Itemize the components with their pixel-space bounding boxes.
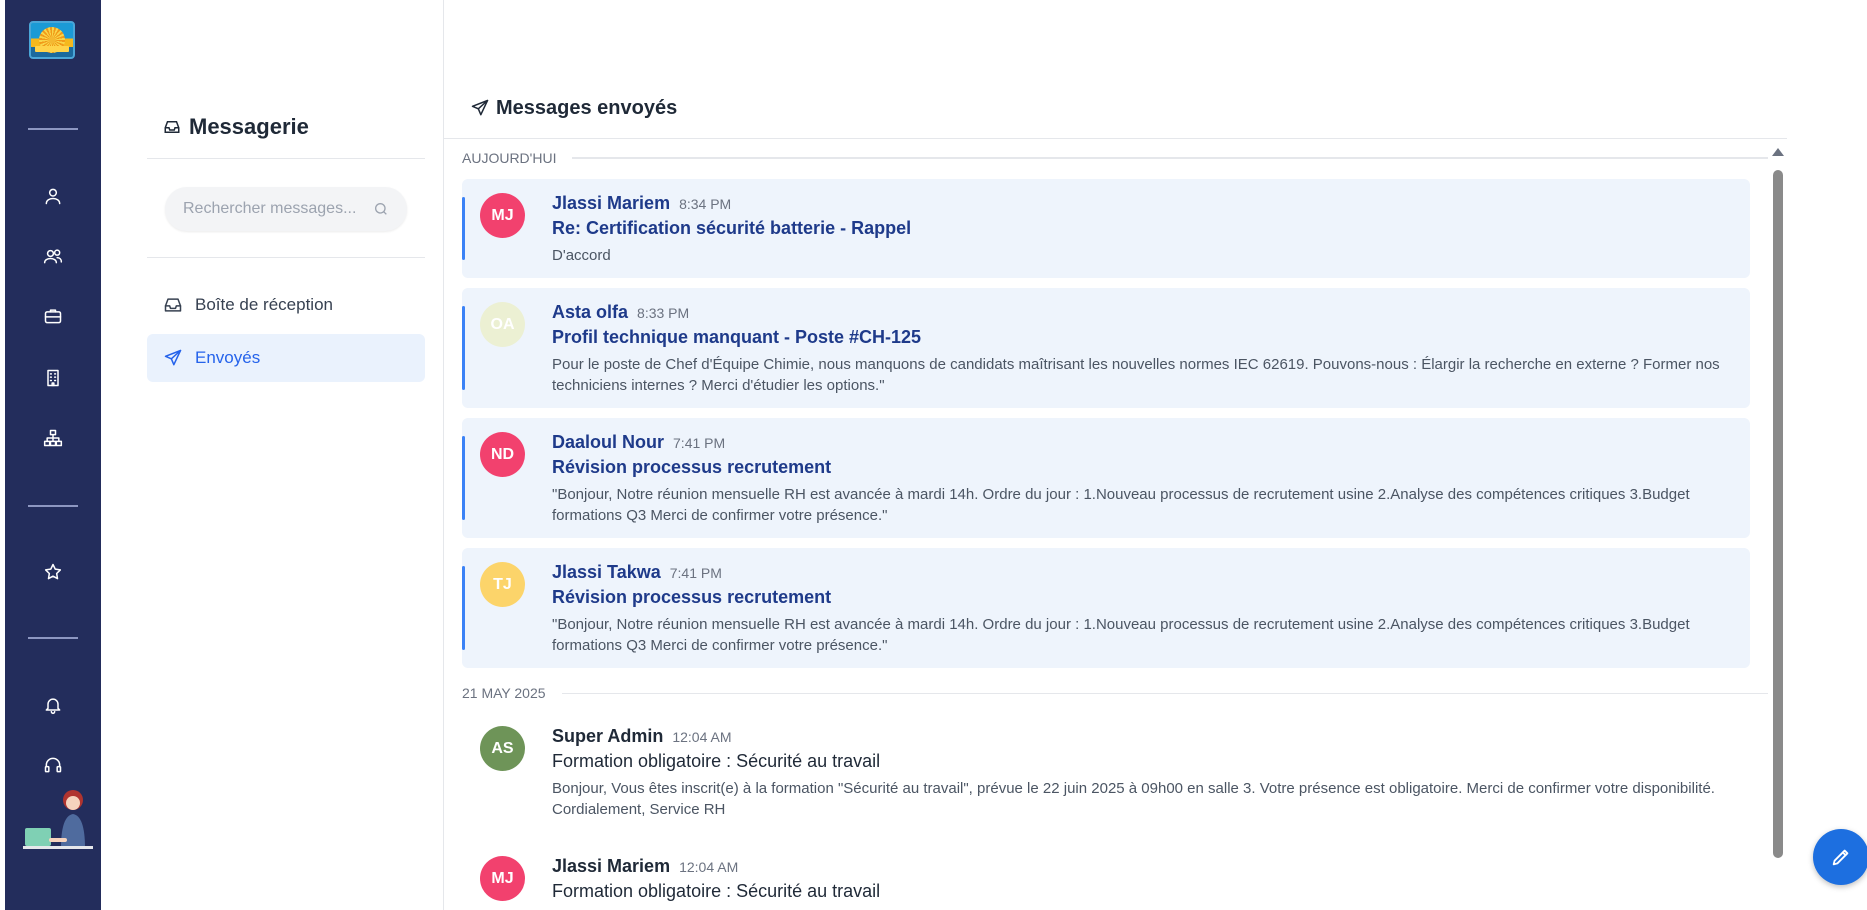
company-logo[interactable] [29,21,75,59]
message-item[interactable]: ND Daaloul Nour 7:41 PM Révision process… [462,418,1750,538]
divider [28,128,78,130]
message-time: 12:04 AM [672,729,732,745]
divider [28,637,78,639]
message-preview: Bonjour, Vous êtes inscrit(e) à la forma… [552,780,1715,818]
headset-icon[interactable] [41,753,65,777]
message-subject: Formation obligatoire : Sécurité au trav… [552,881,881,901]
message-subject: Profil technique manquant - Poste #CH-12… [552,327,922,347]
message-preview: "Bonjour, Notre réunion mensuelle RH est… [552,486,1690,524]
send-icon [164,349,182,366]
divider [147,158,425,159]
search-box[interactable] [165,187,407,231]
compose-button[interactable] [1813,829,1867,885]
message-sender: Asta olfa [552,302,629,322]
date-group-header: AUJOURD'HUI [462,143,1768,173]
inbox-icon [164,121,180,133]
nav-item-label: Envoyés [195,348,261,367]
app: Messagerie Boîte de réception Envoyés Me… [0,0,1867,910]
message-subject: Révision processus recrutement [552,587,832,607]
divider [147,257,425,258]
message-time: 8:34 PM [679,196,732,212]
message-item[interactable]: MJ Jlassi Mariem 12:04 AM Formation obli… [462,842,1750,910]
message-preview: D'accord [552,247,611,264]
message-subject: Révision processus recrutement [552,457,832,477]
star-icon[interactable] [41,560,65,584]
message-sender: Jlassi Mariem [552,193,671,213]
scrollbar-thumb[interactable] [1773,170,1783,858]
message-item[interactable]: MJ Jlassi Mariem 8:34 PM Re: Certificati… [462,179,1750,278]
search-icon[interactable] [373,201,389,217]
sent-messages-view: Messages envoyés AUJOURD'HUI MJ Jlassi M… [444,78,1787,910]
message-preview: "Bonjour, Notre réunion mensuelle RH est… [552,616,1690,654]
bell-icon[interactable] [41,693,65,717]
date-group-label: 21 MAY 2025 [462,685,546,701]
avatar: MJ [480,856,525,901]
avatar: ND [480,432,525,477]
message-list[interactable]: AUJOURD'HUI MJ Jlassi Mariem 8:34 PM Re:… [462,139,1768,910]
view-header: Messages envoyés [444,78,1787,139]
user-icon[interactable] [41,184,65,208]
nav-item-sent[interactable]: Envoyés [147,334,425,382]
message-preview: Pour le poste de Chef d'Équipe Chimie, n… [552,356,1720,394]
message-time: 8:33 PM [637,305,690,321]
avatar: TJ [480,562,525,607]
nav-item-label: Boîte de réception [195,295,333,314]
assistant-illustration[interactable] [21,786,97,856]
avatar: OA [480,302,525,347]
date-group-header: 21 MAY 2025 [462,678,1768,708]
divider [28,505,78,507]
inbox-icon [164,298,182,312]
messaging-panel: Messagerie Boîte de réception Envoyés [101,0,444,910]
message-item[interactable]: AS Super Admin 12:04 AM Formation obliga… [462,712,1750,832]
message-sender: Daaloul Nour [552,432,665,452]
message-sender: Super Admin [552,726,664,746]
briefcase-icon[interactable] [41,304,65,328]
sidebar-rail [5,0,101,910]
message-sender: Jlassi Mariem [552,856,671,876]
building-icon[interactable] [41,366,65,390]
scrollbar[interactable] [1770,145,1784,910]
panel-title-text: Messagerie [189,114,309,139]
view-title: Messages envoyés [496,96,678,119]
date-group-label: AUJOURD'HUI [462,150,557,166]
message-time: 7:41 PM [669,565,722,581]
message-time: 12:04 AM [679,859,739,875]
message-subject: Formation obligatoire : Sécurité au trav… [552,751,881,771]
send-icon [471,99,489,116]
pencil-icon [1832,849,1849,866]
message-sender: Jlassi Takwa [552,562,661,582]
message-time: 7:41 PM [673,435,726,451]
message-subject: Re: Certification sécurité batterie - Ra… [552,218,912,238]
scroll-up-arrow[interactable] [1772,148,1784,156]
org-chart-icon[interactable] [41,426,65,450]
panel-title: Messagerie [163,114,309,140]
users-icon[interactable] [41,244,65,268]
avatar: AS [480,726,525,771]
nav-item-inbox[interactable]: Boîte de réception [147,281,425,329]
avatar: MJ [480,193,525,238]
message-item[interactable]: OA Asta olfa 8:33 PM Profil technique ma… [462,288,1750,408]
message-item[interactable]: TJ Jlassi Takwa 7:41 PM Révision process… [462,548,1750,668]
search-input[interactable] [183,200,373,218]
